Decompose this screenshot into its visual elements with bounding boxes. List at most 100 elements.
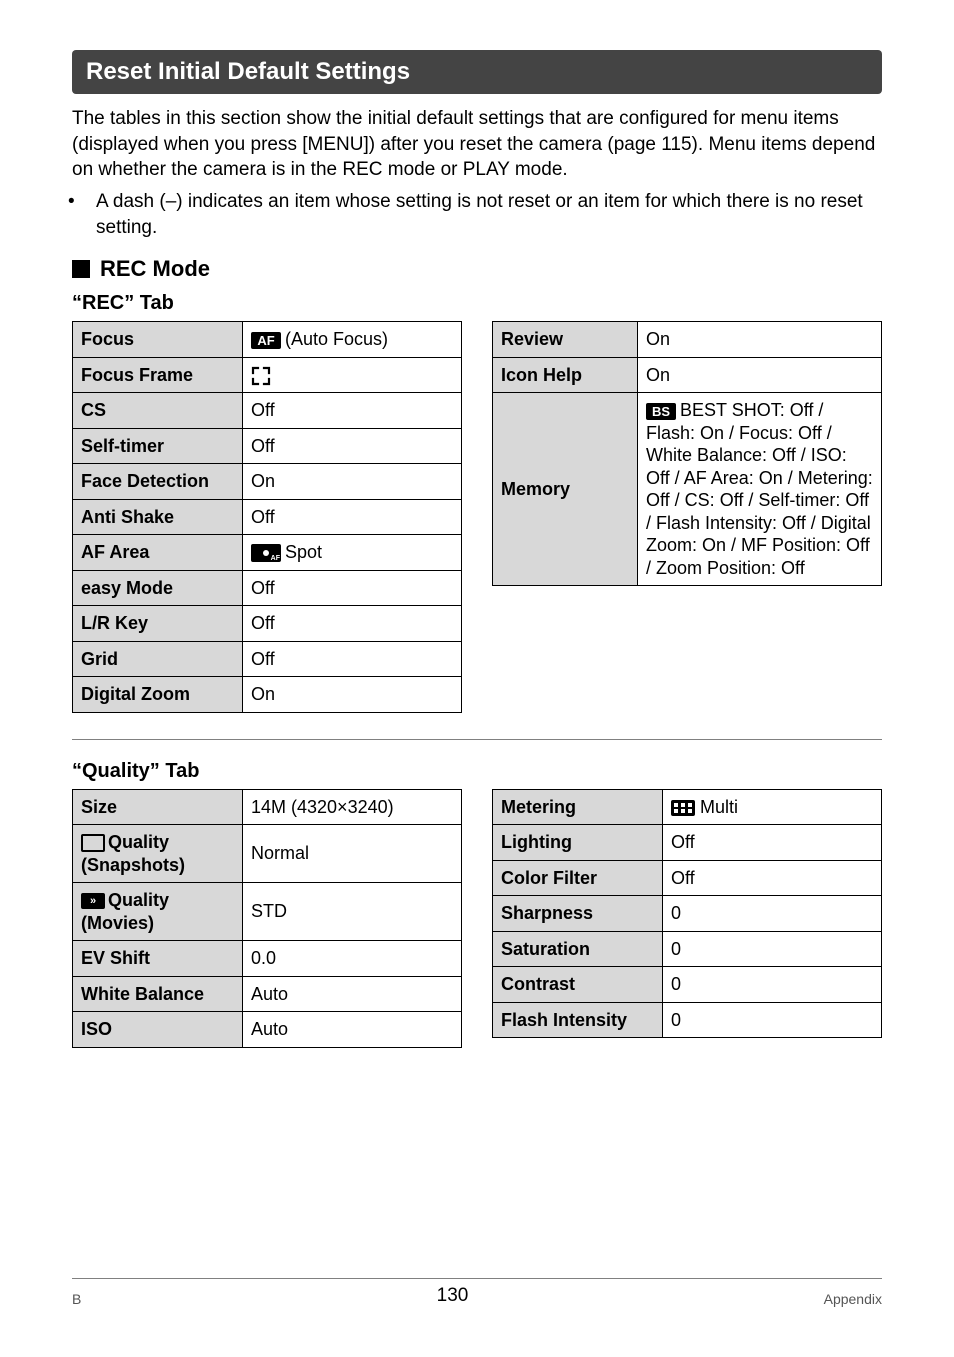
movie-icon: »: [81, 893, 105, 909]
section-title: Reset Initial Default Settings: [72, 50, 882, 94]
intro-text: The tables in this section show the init…: [72, 106, 882, 183]
table-row: Digital Zoom On: [73, 677, 462, 713]
note-item: •A dash (–) indicates an item whose sett…: [82, 189, 882, 240]
row-val: On: [243, 464, 462, 500]
row-val: AF(Auto Focus): [243, 322, 462, 358]
row-key: »Quality (Movies): [73, 883, 243, 941]
row-val: Off: [243, 499, 462, 535]
row-val-text: Multi: [700, 797, 738, 817]
table-row: Anti Shake Off: [73, 499, 462, 535]
table-row: Focus Frame: [73, 357, 462, 393]
row-key: Metering: [493, 789, 663, 825]
row-val: Off: [243, 606, 462, 642]
table-row: Contrast 0: [493, 967, 882, 1003]
table-row: Size 14M (4320×3240): [73, 789, 462, 825]
row-val: AF Spot: [243, 535, 462, 571]
row-key: Focus Frame: [73, 357, 243, 393]
row-key: White Balance: [73, 976, 243, 1012]
rec-table-right: Review On Icon Help On Memory BSBEST SHO…: [492, 321, 882, 586]
quality-table-right-wrap: Metering: [492, 789, 882, 1039]
square-bullet-icon: [72, 260, 90, 278]
page: Reset Initial Default Settings The table…: [0, 0, 954, 1357]
row-val: Normal: [243, 825, 462, 883]
spot-af-icon: AF: [251, 544, 281, 562]
row-val: On: [243, 677, 462, 713]
row-val: Auto: [243, 1012, 462, 1048]
row-val: 0: [663, 896, 882, 932]
row-key: Self-timer: [73, 428, 243, 464]
row-val: Off: [243, 570, 462, 606]
row-key: EV Shift: [73, 941, 243, 977]
table-row: Lighting Off: [493, 825, 882, 861]
row-val: Off: [243, 641, 462, 677]
note-text: A dash (–) indicates an item whose setti…: [96, 191, 863, 238]
table-row: Focus AF(Auto Focus): [73, 322, 462, 358]
table-row: Quality (Snapshots) Normal: [73, 825, 462, 883]
row-key: Contrast: [493, 967, 663, 1003]
focus-frame-icon: [251, 365, 271, 385]
row-key: L/R Key: [73, 606, 243, 642]
best-shot-icon: BS: [646, 403, 676, 420]
table-row: »Quality (Movies) STD: [73, 883, 462, 941]
page-footer: B 130 Appendix: [72, 1278, 882, 1307]
table-row: AF Area AF Spot: [73, 535, 462, 571]
rec-mode-heading-text: REC Mode: [100, 256, 210, 282]
snapshot-icon: [81, 834, 105, 852]
row-val: On: [638, 357, 882, 393]
table-row: Icon Help On: [493, 357, 882, 393]
table-row: Memory BSBEST SHOT: Off / Flash: On / Fo…: [493, 393, 882, 586]
row-key: Icon Help: [493, 357, 638, 393]
table-row: White Balance Auto: [73, 976, 462, 1012]
row-key: Quality (Snapshots): [73, 825, 243, 883]
table-row: Metering: [493, 789, 882, 825]
row-key: Size: [73, 789, 243, 825]
row-val: Off: [663, 860, 882, 896]
quality-table-right: Metering: [492, 789, 882, 1039]
row-key: Lighting: [493, 825, 663, 861]
table-row: Review On: [493, 322, 882, 358]
row-val: Off: [243, 393, 462, 429]
row-val: 0.0: [243, 941, 462, 977]
table-row: Flash Intensity 0: [493, 1002, 882, 1038]
row-key: CS: [73, 393, 243, 429]
af-icon: AF: [251, 332, 281, 349]
row-val: Multi: [663, 789, 882, 825]
bullet-dot: •: [82, 189, 96, 215]
row-val: STD: [243, 883, 462, 941]
table-row: Face Detection On: [73, 464, 462, 500]
table-row: EV Shift 0.0: [73, 941, 462, 977]
table-row: Sharpness 0: [493, 896, 882, 932]
row-key: ISO: [73, 1012, 243, 1048]
row-key: Focus: [73, 322, 243, 358]
table-row: Grid Off: [73, 641, 462, 677]
row-key: Sharpness: [493, 896, 663, 932]
table-row: Self-timer Off: [73, 428, 462, 464]
table-row: CS Off: [73, 393, 462, 429]
multi-metering-icon: [671, 797, 700, 817]
footer-left: B: [72, 1291, 81, 1307]
rec-mode-heading: REC Mode: [72, 256, 882, 282]
row-key: Digital Zoom: [73, 677, 243, 713]
row-val: [243, 357, 462, 393]
row-val-text: Spot: [285, 542, 322, 562]
rec-tables: Focus AF(Auto Focus) Focus Frame: [72, 321, 882, 713]
table-row: ISO Auto: [73, 1012, 462, 1048]
section-divider: [72, 739, 882, 740]
row-val-text: (Auto Focus): [285, 329, 388, 349]
row-key: Memory: [493, 393, 638, 586]
row-key: Face Detection: [73, 464, 243, 500]
quality-table-left: Size 14M (4320×3240) Quality (Snapshots)…: [72, 789, 462, 1048]
row-key: Color Filter: [493, 860, 663, 896]
notes-list: •A dash (–) indicates an item whose sett…: [72, 189, 882, 240]
footer-right: Appendix: [824, 1291, 882, 1307]
row-key: easy Mode: [73, 570, 243, 606]
row-key: Anti Shake: [73, 499, 243, 535]
rec-tab-title: “REC” Tab: [72, 292, 882, 315]
rec-table-left-wrap: Focus AF(Auto Focus) Focus Frame: [72, 321, 462, 713]
row-val: 0: [663, 967, 882, 1003]
table-row: Color Filter Off: [493, 860, 882, 896]
row-val: 0: [663, 931, 882, 967]
row-key: Grid: [73, 641, 243, 677]
row-key: Review: [493, 322, 638, 358]
row-val: BSBEST SHOT: Off / Flash: On / Focus: Of…: [638, 393, 882, 586]
